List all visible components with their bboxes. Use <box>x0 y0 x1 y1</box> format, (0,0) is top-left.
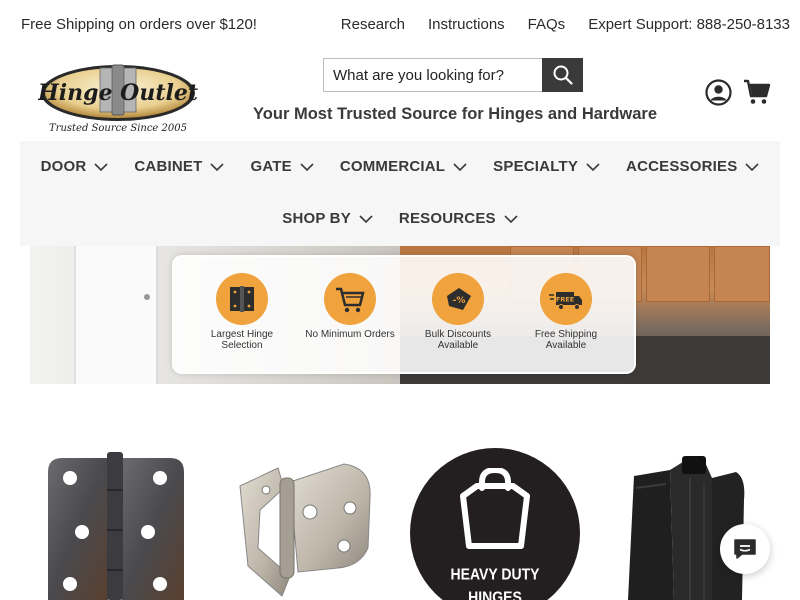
banner-cabinet <box>714 246 770 302</box>
nav-label: CABINET <box>134 158 203 175</box>
site-logo[interactable]: Hinge Outlet Trusted Source Since 2005 <box>37 62 198 134</box>
feature-no-minimum: No Minimum Orders <box>304 273 396 340</box>
expert-support-link[interactable]: Expert Support: 888-250-8133 <box>588 16 790 33</box>
instructions-link[interactable]: Instructions <box>428 16 505 33</box>
banner-door-image <box>74 246 158 384</box>
chevron-down-icon <box>210 162 225 171</box>
nav-label: SPECIALTY <box>493 158 579 175</box>
cabinet-hinge-icon <box>239 463 371 597</box>
account-button[interactable] <box>705 79 732 106</box>
nav-label: COMMERCIAL <box>339 158 446 175</box>
product-tile-door-hinge[interactable] <box>30 448 200 600</box>
chevron-down-icon <box>300 162 314 171</box>
features-card: Largest Hinge Selection No Minimum Order… <box>172 255 636 374</box>
nav-label: RESOURCES <box>398 210 496 227</box>
free-icon-text: FREE <box>556 296 574 304</box>
top-links: Research Instructions FAQs Expert Suppor… <box>341 16 790 33</box>
main-navigation: DOOR CABINET GATE COMMERCIAL SPECIALTY A… <box>20 141 780 246</box>
logo-text: Hinge Outlet <box>38 80 198 106</box>
nav-item-commercial[interactable]: COMMERCIAL <box>340 158 467 175</box>
nav-label: ACCESSORIES <box>626 158 738 175</box>
heavy-duty-label: HEAVY DUTY HINGES <box>410 562 580 600</box>
chevron-down-icon <box>359 214 373 223</box>
search-icon <box>553 65 573 85</box>
research-link[interactable]: Research <box>341 16 405 33</box>
feature-largest-selection: Largest Hinge Selection <box>196 273 288 351</box>
product-tile-heavy-duty-hinges[interactable]: HEAVY DUTY HINGES <box>410 448 580 600</box>
chevron-down-icon <box>586 162 600 171</box>
feature-free-shipping: FREE Free Shipping Available <box>520 273 612 351</box>
cart-button[interactable] <box>743 78 771 106</box>
discount-tag-icon: -% <box>447 288 471 310</box>
chevron-down-icon <box>453 162 467 171</box>
cart-icon <box>744 79 771 104</box>
nav-item-resources[interactable]: RESOURCES <box>399 210 518 227</box>
product-tile-cabinet-hinge[interactable] <box>220 448 390 600</box>
search-button[interactable] <box>542 58 583 92</box>
chat-button[interactable] <box>720 524 770 574</box>
search-bar <box>323 58 583 92</box>
free-shipping-truck-icon: FREE <box>549 292 582 310</box>
hinge-icon <box>230 286 254 312</box>
nav-item-cabinet[interactable]: CABINET <box>134 158 225 175</box>
nav-label: GATE <box>250 158 292 175</box>
hero-banner[interactable]: Largest Hinge Selection No Minimum Order… <box>30 246 770 384</box>
feature-label: Bulk Discounts Available <box>424 329 492 351</box>
feature-label: Largest Hinge Selection <box>210 329 274 351</box>
nav-item-shop-by[interactable]: SHOP BY <box>282 210 373 227</box>
nav-item-gate[interactable]: GATE <box>250 158 314 175</box>
nav-item-specialty[interactable]: SPECIALTY <box>493 158 600 175</box>
chevron-down-icon <box>745 162 759 171</box>
feature-label: Free Shipping Available <box>534 329 598 351</box>
svg-text:-%: -% <box>453 296 466 306</box>
feature-label: No Minimum Orders <box>305 329 395 340</box>
heavy-duty-line1: HEAVY DUTY <box>450 564 540 583</box>
door-hinge-icon <box>48 452 184 600</box>
shopping-bag-icon <box>460 468 530 549</box>
free-shipping-promo: Free Shipping on orders over $120! <box>21 16 257 33</box>
chevron-down-icon <box>94 162 108 171</box>
nav-item-accessories[interactable]: ACCESSORIES <box>626 158 759 175</box>
logo-subtitle: Trusted Source Since 2005 <box>49 123 187 134</box>
site-tagline: Your Most Trusted Source for Hinges and … <box>253 105 658 123</box>
chat-icon <box>734 539 756 559</box>
shopping-cart-icon <box>336 287 365 313</box>
nav-label: SHOP BY <box>282 210 351 227</box>
nav-item-door[interactable]: DOOR <box>41 158 109 175</box>
feature-bulk-discounts: -% Bulk Discounts Available <box>412 273 504 351</box>
chevron-down-icon <box>504 214 518 223</box>
heavy-duty-line2: HINGES <box>468 587 522 600</box>
top-bar: Free Shipping on orders over $120! Resea… <box>0 0 800 50</box>
faqs-link[interactable]: FAQs <box>528 16 566 33</box>
account-icon <box>705 79 732 106</box>
search-input[interactable] <box>323 58 542 92</box>
banner-cabinet <box>646 246 710 302</box>
nav-label: DOOR <box>40 158 87 175</box>
